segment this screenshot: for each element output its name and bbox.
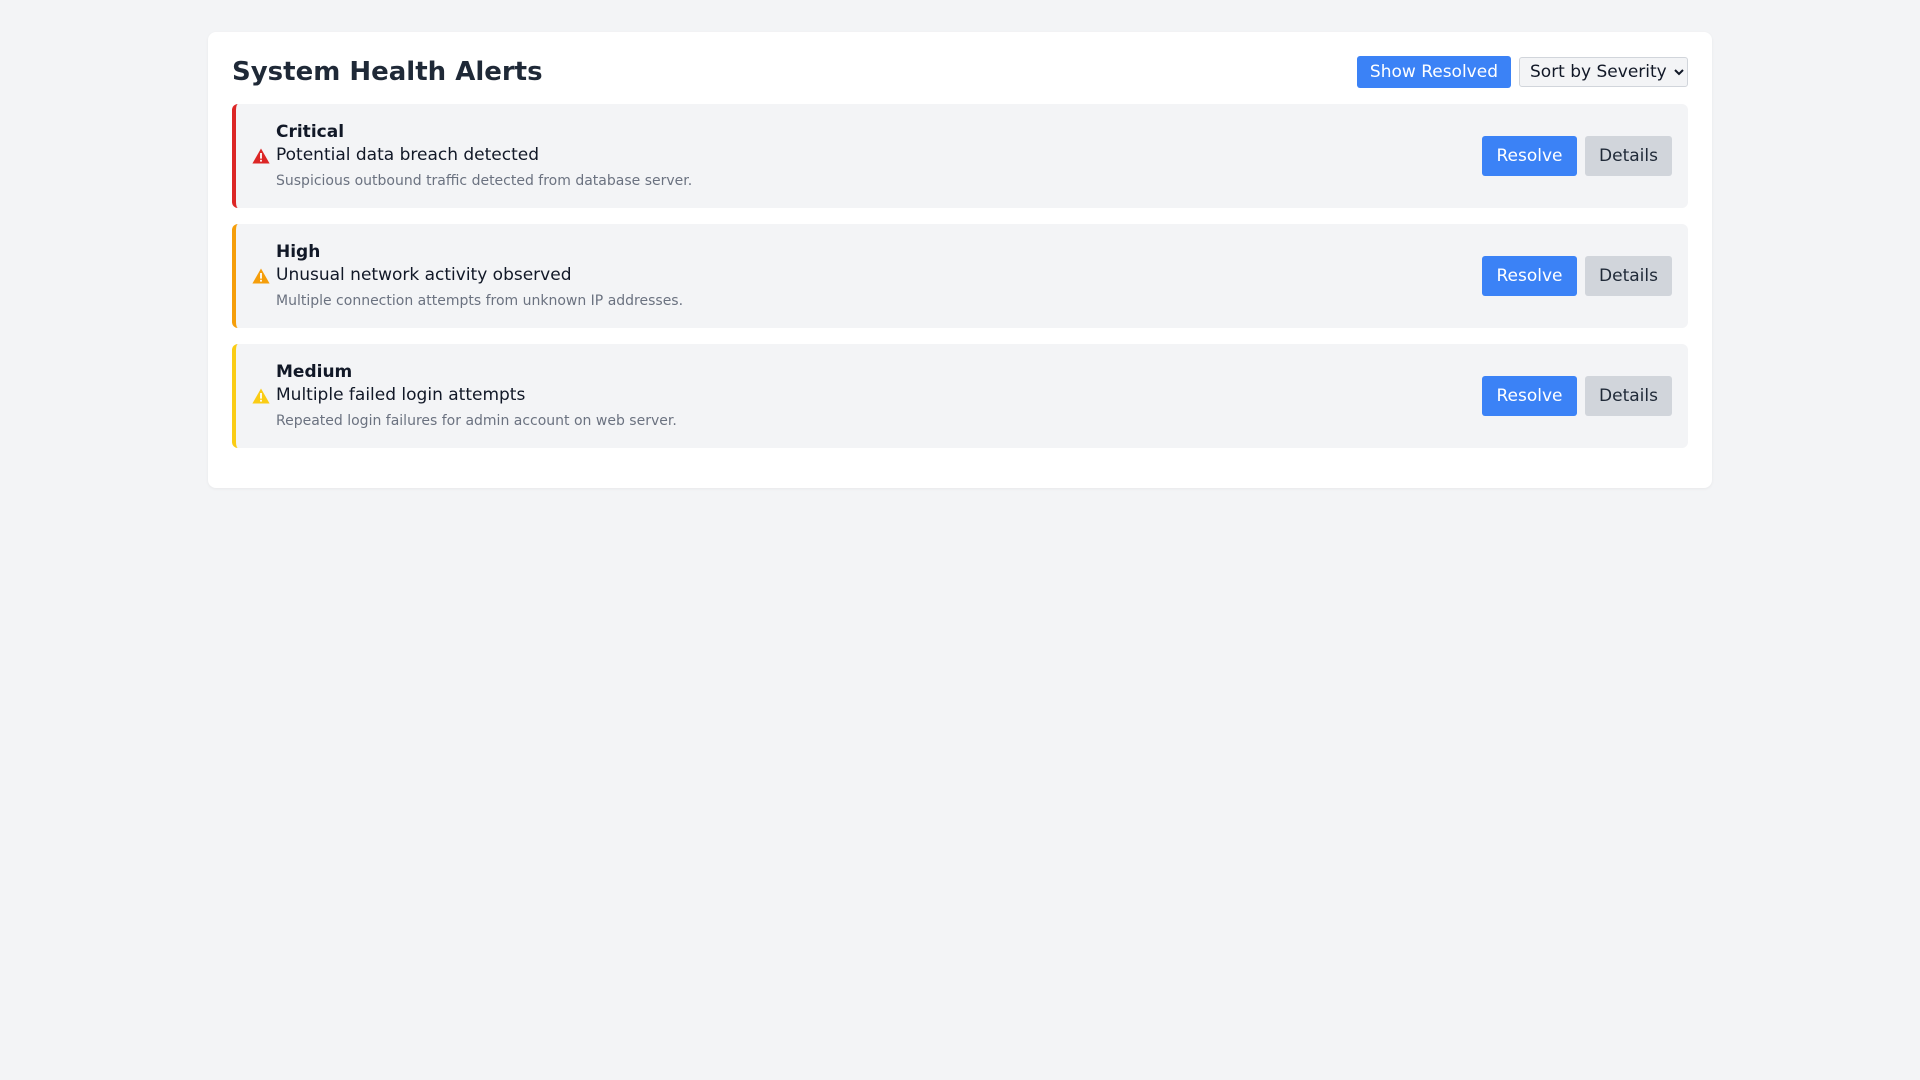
alert-actions: Resolve Details [1482, 376, 1672, 416]
alert-actions: Resolve Details [1482, 256, 1672, 296]
alert-card-medium: Medium Multiple failed login attempts Re… [232, 344, 1688, 448]
alert-title: Unusual network activity observed [276, 265, 572, 285]
alert-actions: Resolve Details [1482, 136, 1672, 176]
alerts-panel: System Health Alerts Show Resolved Sort … [208, 32, 1712, 488]
alert-description: Repeated login failures for admin accoun… [276, 413, 677, 429]
alert-list: Critical Potential data breach detected … [232, 104, 1688, 464]
alert-severity: High [276, 242, 321, 262]
alert-text: High Unusual network activity observed M… [276, 242, 683, 310]
alert-title: Potential data breach detected [276, 145, 540, 165]
alert-severity: Medium [276, 362, 353, 382]
panel-header: System Health Alerts Show Resolved Sort … [232, 56, 1688, 88]
warning-triangle-icon [252, 148, 270, 164]
resolve-button[interactable]: Resolve [1482, 136, 1577, 176]
alert-card-high: High Unusual network activity observed M… [232, 224, 1688, 328]
alert-description: Multiple connection attempts from unknow… [276, 293, 684, 309]
alert-title: Multiple failed login attempts [276, 385, 526, 405]
alert-text: Medium Multiple failed login attempts Re… [276, 362, 677, 430]
details-button[interactable]: Details [1585, 376, 1672, 416]
warning-triangle-icon [252, 268, 270, 284]
sort-select[interactable]: Sort by Severity [1519, 57, 1688, 87]
page-title: System Health Alerts [232, 57, 543, 87]
show-resolved-button[interactable]: Show Resolved [1356, 56, 1511, 88]
alert-card-critical: Critical Potential data breach detected … [232, 104, 1688, 208]
alert-severity: Critical [276, 122, 345, 142]
alert-description: Suspicious outbound traffic detected fro… [276, 173, 693, 189]
details-button[interactable]: Details [1585, 136, 1672, 176]
details-button[interactable]: Details [1585, 256, 1672, 296]
resolve-button[interactable]: Resolve [1482, 376, 1577, 416]
header-controls: Show Resolved Sort by Severity [1356, 56, 1688, 88]
alert-text: Critical Potential data breach detected … [276, 122, 692, 190]
warning-triangle-icon [252, 388, 270, 404]
resolve-button[interactable]: Resolve [1482, 256, 1577, 296]
